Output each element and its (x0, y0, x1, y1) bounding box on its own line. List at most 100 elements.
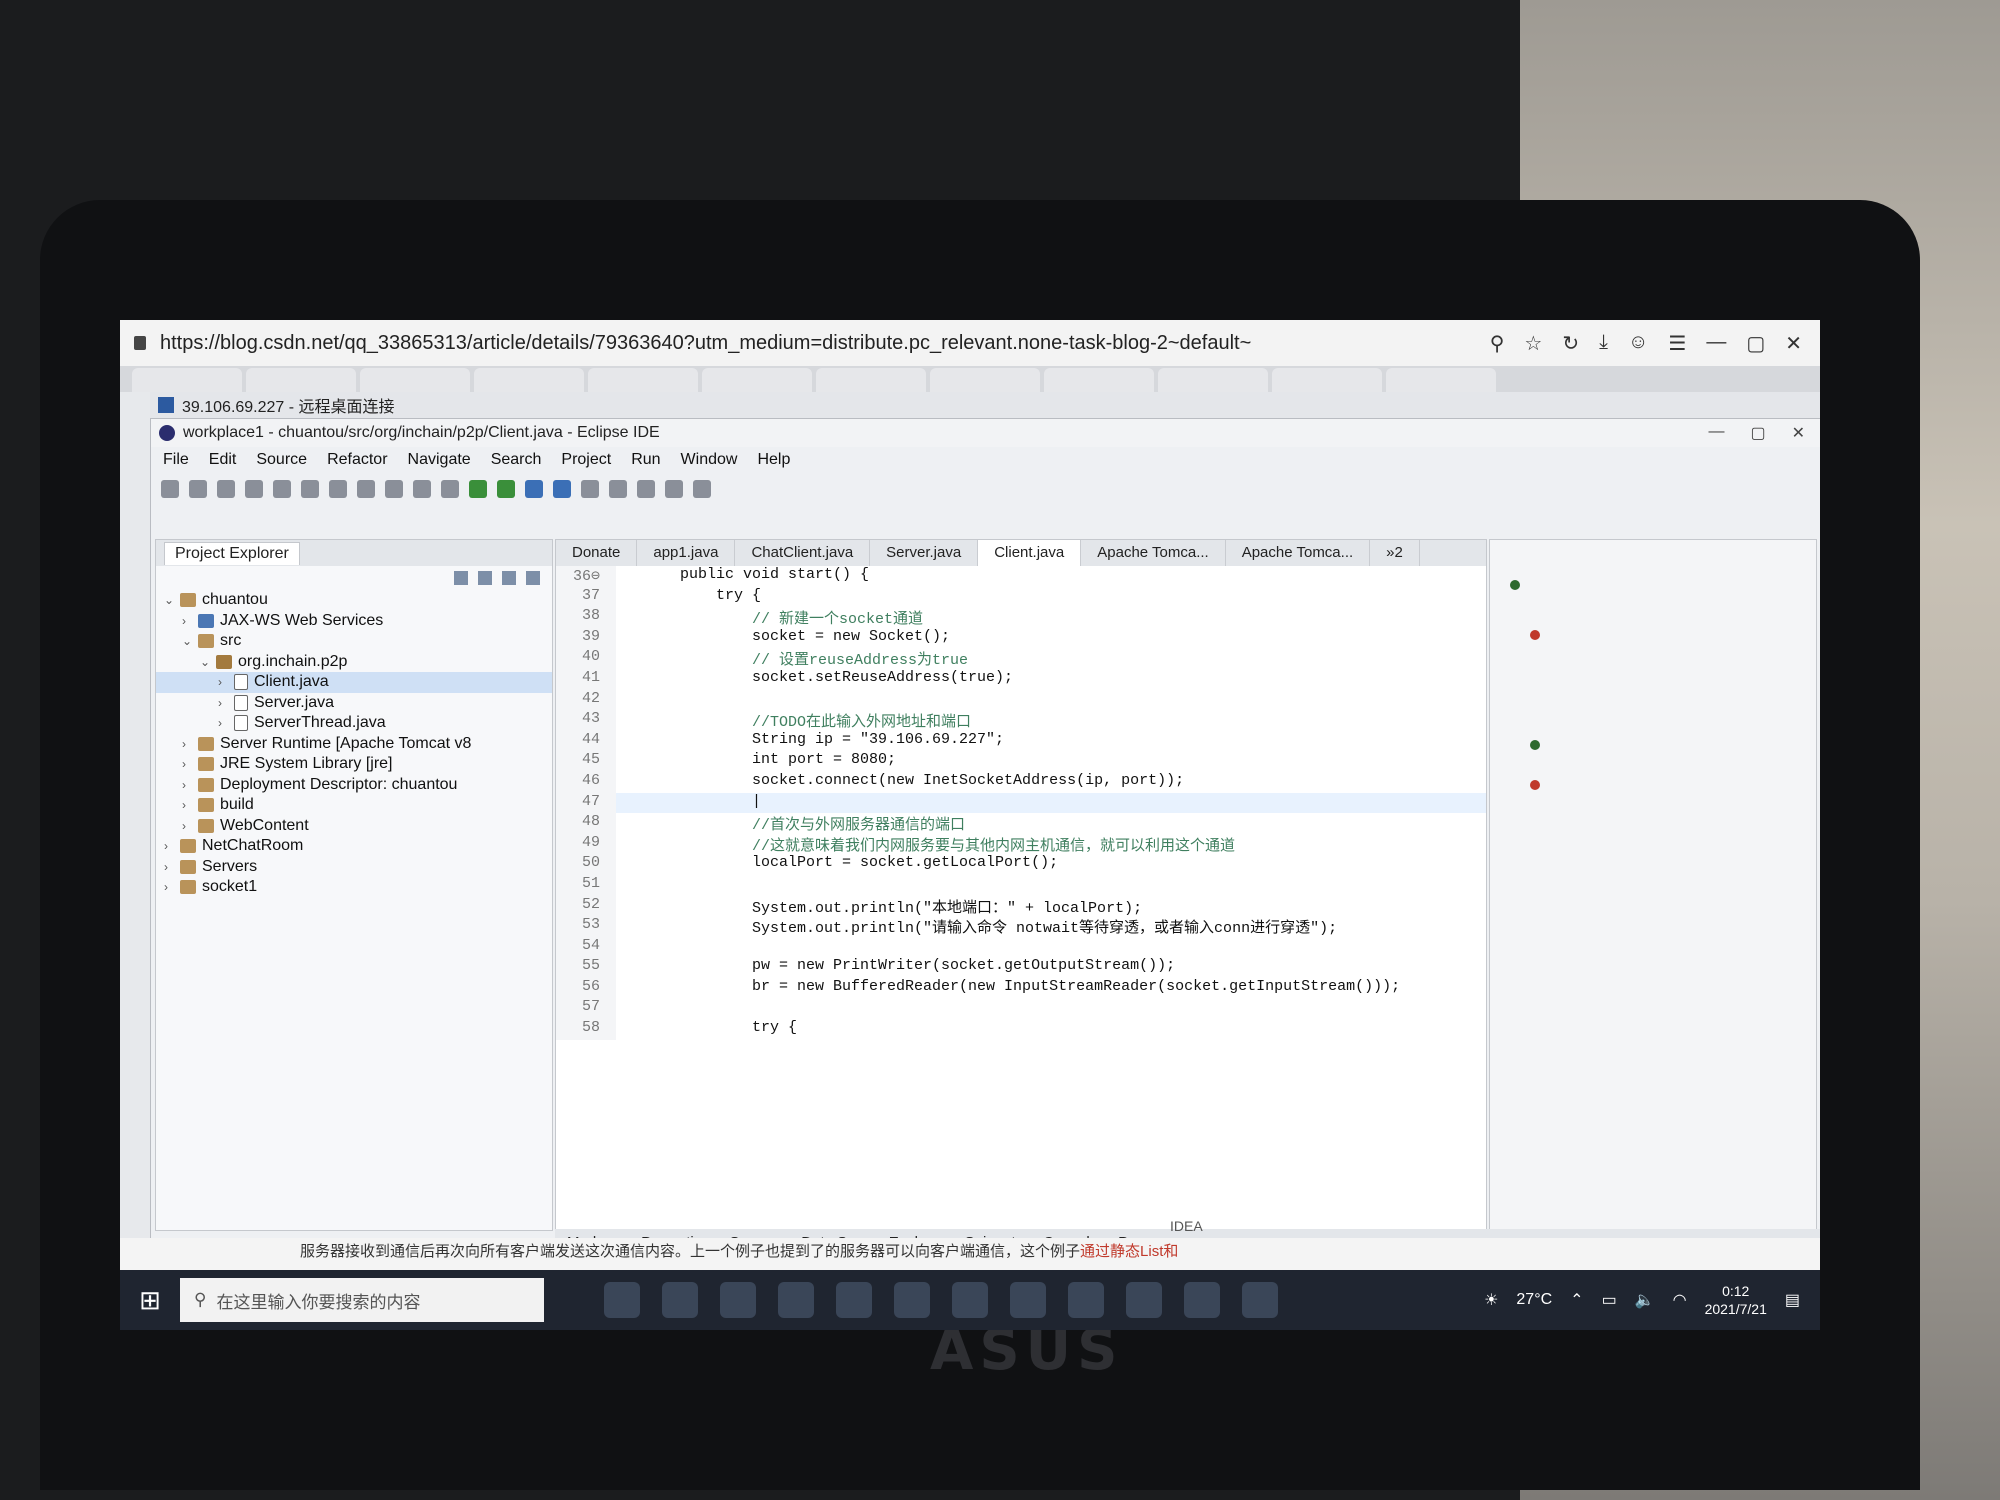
battery-icon[interactable]: ▭ (1602, 1290, 1617, 1310)
tree-node[interactable]: ⌄ src (156, 631, 552, 652)
tree-node[interactable]: ⌄ chuantou (156, 590, 552, 611)
code-line[interactable]: 37 try { (556, 586, 1486, 608)
editor-tab[interactable]: ChatClient.java (735, 540, 871, 566)
close-icon[interactable]: ✕ (1792, 423, 1805, 443)
browser-tab[interactable] (816, 368, 926, 392)
refresh-icon[interactable]: ↻ (1562, 331, 1579, 356)
menu-search[interactable]: Search (491, 451, 542, 469)
chevron-right-icon[interactable]: › (182, 819, 196, 833)
menu-edit[interactable]: Edit (209, 451, 237, 469)
menu-navigate[interactable]: Navigate (408, 451, 471, 469)
minimize-icon[interactable]: — (1708, 423, 1724, 443)
editor-tab[interactable]: Apache Tomca... (1081, 540, 1226, 566)
menu-file[interactable]: File (163, 451, 189, 469)
notepad-icon[interactable] (836, 1282, 872, 1318)
run-icon[interactable] (469, 480, 487, 498)
cortana-icon[interactable] (604, 1282, 640, 1318)
debug-icon[interactable] (273, 480, 291, 498)
code-line[interactable]: 54 (556, 936, 1486, 958)
chevron-right-icon[interactable]: › (182, 737, 196, 751)
outline-icon[interactable] (1530, 740, 1540, 750)
forward-icon[interactable] (665, 480, 683, 498)
tree-node[interactable]: › Deployment Descriptor: chuantou (156, 775, 552, 796)
outline-icon[interactable] (1530, 630, 1540, 640)
code-line[interactable]: 52 System.out.println("本地端口：" + localPor… (556, 895, 1486, 917)
code-line[interactable]: 55 pw = new PrintWriter(socket.getOutput… (556, 957, 1486, 978)
browser-tab[interactable] (702, 368, 812, 392)
coverage-icon[interactable] (497, 480, 515, 498)
perspective-icon[interactable] (693, 480, 711, 498)
collapse-all-icon[interactable] (454, 571, 468, 585)
chevron-right-icon[interactable]: › (182, 798, 196, 812)
tree-node[interactable]: › build (156, 795, 552, 816)
chevron-right-icon[interactable]: › (164, 839, 178, 853)
step-return-icon[interactable] (441, 480, 459, 498)
tree-node[interactable]: › ServerThread.java (156, 713, 552, 734)
tree-node[interactable]: › NetChatRoom (156, 836, 552, 857)
back-icon[interactable] (637, 480, 655, 498)
close-icon[interactable]: ✕ (1785, 331, 1802, 356)
editor-tab[interactable]: Donate (556, 540, 638, 566)
eclipse-taskbar-icon[interactable] (1010, 1282, 1046, 1318)
tree-node[interactable]: › JAX-WS Web Services (156, 611, 552, 632)
annotation-icon[interactable] (609, 480, 627, 498)
menu-icon[interactable]: ☰ (1668, 331, 1686, 356)
chevron-down-icon[interactable]: ⌄ (164, 593, 178, 607)
outline-icon[interactable] (1510, 580, 1520, 590)
code-line[interactable]: 43 //TODO在此输入外网地址和端口 (556, 710, 1486, 731)
remote-desktop-taskbar-icon[interactable] (1242, 1282, 1278, 1318)
editor-tab[interactable]: Client.java (978, 540, 1082, 566)
browser-tab[interactable] (1386, 368, 1496, 392)
account-icon[interactable]: ☺ (1628, 331, 1648, 356)
step-over-icon[interactable] (413, 480, 431, 498)
link-editor-icon[interactable] (478, 571, 492, 585)
code-area[interactable]: 36⊖ public void start() {37 try {38 // 新… (556, 566, 1486, 1040)
terminate-icon[interactable] (357, 480, 375, 498)
code-line[interactable]: 51 (556, 874, 1486, 896)
browser-tab[interactable] (1272, 368, 1382, 392)
app-icon[interactable] (720, 1282, 756, 1318)
tree-node[interactable]: › Server Runtime [Apache Tomcat v8 (156, 734, 552, 755)
code-line[interactable]: 38 // 新建一个socket通道 (556, 607, 1486, 628)
editor-tab[interactable]: Server.java (870, 540, 979, 566)
tree-node[interactable]: › Client.java (156, 672, 552, 693)
temperature[interactable]: 27°C (1516, 1291, 1552, 1309)
wifi-icon[interactable]: ◠ (1673, 1290, 1687, 1310)
code-line[interactable]: 57 (556, 998, 1486, 1020)
code-line[interactable]: 58 try { (556, 1019, 1486, 1040)
star-icon[interactable]: ☆ (1524, 331, 1542, 356)
menu-source[interactable]: Source (256, 451, 307, 469)
editor-tab[interactable]: »2 (1370, 540, 1420, 566)
code-line[interactable]: 40 // 设置reuseAddress为true (556, 648, 1486, 669)
project-explorer-tab[interactable]: Project Explorer (164, 541, 300, 565)
sidebar-link[interactable]: IDEA (1170, 1218, 1203, 1234)
browser-tab[interactable] (246, 368, 356, 392)
chevron-right-icon[interactable]: › (164, 880, 178, 894)
chevron-right-icon[interactable]: › (182, 757, 196, 771)
tree-node[interactable]: › JRE System Library [jre] (156, 754, 552, 775)
tree-node[interactable]: › WebContent (156, 816, 552, 837)
browser-tab[interactable] (1158, 368, 1268, 392)
chrome-icon[interactable] (952, 1282, 988, 1318)
code-line[interactable]: 47 | (556, 792, 1486, 814)
windows-start-icon[interactable]: ⊞ (120, 1270, 180, 1330)
tree-node[interactable]: ⌄ org.inchain.p2p (156, 652, 552, 673)
code-line[interactable]: 45 int port = 8080; (556, 751, 1486, 772)
notification-icon[interactable]: ▤ (1785, 1290, 1800, 1310)
browser-tab[interactable] (474, 368, 584, 392)
save-all-icon[interactable] (217, 480, 235, 498)
file-explorer-icon[interactable] (1126, 1282, 1162, 1318)
weather-icon[interactable]: ☀ (1484, 1290, 1498, 1310)
editor-tab[interactable]: Apache Tomca... (1226, 540, 1371, 566)
maximize-icon[interactable]: ▢ (1750, 423, 1765, 443)
menu-refactor[interactable]: Refactor (327, 451, 387, 469)
browser-tab[interactable] (588, 368, 698, 392)
app-icon[interactable] (1184, 1282, 1220, 1318)
app-icon[interactable] (894, 1282, 930, 1318)
code-line[interactable]: 39 socket = new Socket(); (556, 627, 1486, 649)
chevron-right-icon[interactable]: › (182, 614, 196, 628)
menu-project[interactable]: Project (561, 451, 611, 469)
menu-help[interactable]: Help (757, 451, 790, 469)
maximize-icon[interactable]: ▢ (1746, 331, 1765, 356)
browser-tab[interactable] (930, 368, 1040, 392)
